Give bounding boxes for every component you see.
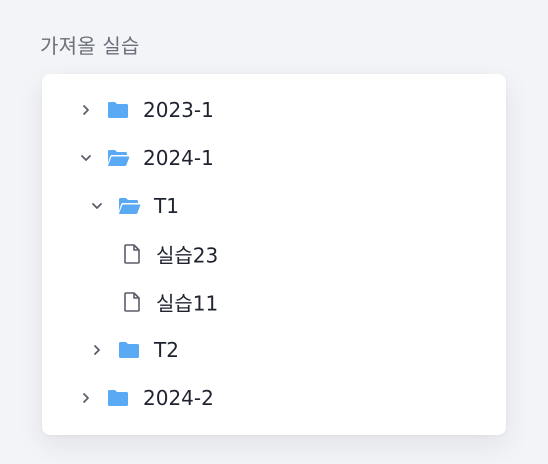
folder-open-icon	[106, 148, 130, 168]
file-icon	[120, 244, 144, 264]
chevron-right-icon[interactable]	[78, 102, 94, 118]
tree-item-label: 2024-1	[143, 146, 214, 170]
tree-item-2024-1[interactable]: 2024-1	[42, 138, 506, 178]
tree-item-t2[interactable]: T2	[42, 330, 506, 370]
chevron-right-icon[interactable]	[78, 390, 94, 406]
tree-item-label: T1	[154, 194, 179, 218]
chevron-down-icon[interactable]	[89, 198, 105, 214]
tree-item-label: 2024-2	[143, 386, 214, 410]
folder-icon	[106, 388, 130, 408]
folder-icon	[106, 100, 130, 120]
tree-item-label: 2023-1	[143, 98, 214, 122]
file-tree-panel: 2023-1 2024-1 T1 실습23 실습11 T2 2024-2	[42, 74, 506, 435]
section-title: 가져올 실습	[40, 34, 140, 58]
tree-item-file-11[interactable]: 실습11	[42, 282, 506, 322]
tree-item-2024-2[interactable]: 2024-2	[42, 378, 506, 418]
chevron-right-icon[interactable]	[89, 342, 105, 358]
tree-item-label: 실습23	[156, 243, 219, 268]
tree-item-t1[interactable]: T1	[42, 186, 506, 226]
folder-open-icon	[117, 196, 141, 216]
file-icon	[120, 292, 144, 312]
tree-item-label: 실습11	[156, 291, 219, 316]
folder-icon	[117, 340, 141, 360]
tree-item-2023-1[interactable]: 2023-1	[42, 90, 506, 130]
tree-item-file-23[interactable]: 실습23	[42, 234, 506, 274]
tree-item-label: T2	[154, 338, 179, 362]
chevron-down-icon[interactable]	[78, 150, 94, 166]
